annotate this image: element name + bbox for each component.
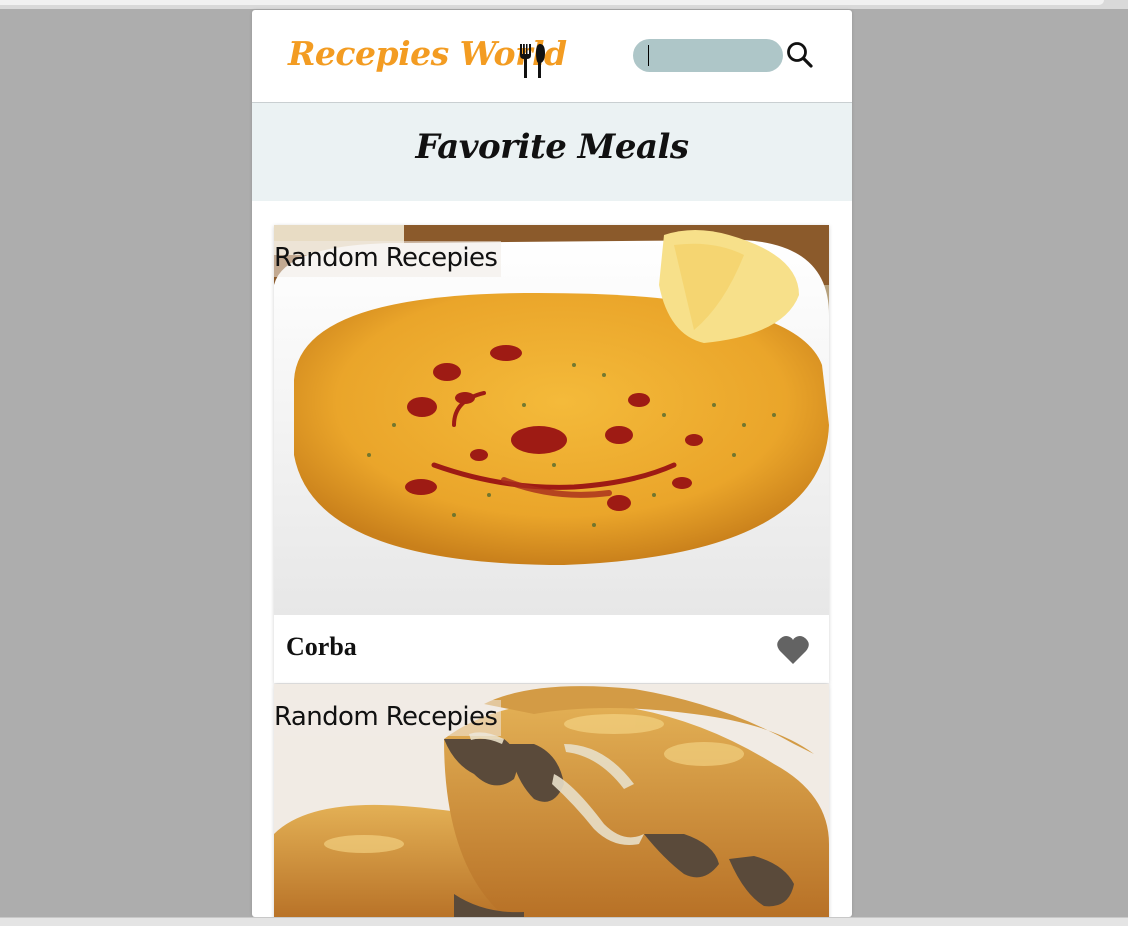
favorites-title: Favorite Meals [415,127,689,167]
search-input[interactable] [633,39,783,72]
favorite-button[interactable] [776,634,810,666]
favorites-section: Favorite Meals [252,103,852,201]
meal-name: Corba [286,632,357,661]
utensils-icon [520,44,545,78]
browser-top-bar-inner [0,0,1104,5]
text-caret [648,45,649,66]
meal-card[interactable]: Random Recepies Corba [274,225,829,683]
app-container: Recepies World Favorite Meals Random Rec… [252,10,852,917]
heart-icon [777,636,809,664]
random-recipes-tag: Random Recepies [274,700,502,736]
meal-card[interactable]: Random Recepies [274,684,829,917]
random-recipes-tag: Random Recepies [274,241,502,277]
browser-top-bar [0,0,1128,9]
header: Recepies World [252,10,852,103]
meal-image[interactable] [274,225,829,615]
search-button[interactable] [784,39,816,71]
search-icon [787,42,813,68]
